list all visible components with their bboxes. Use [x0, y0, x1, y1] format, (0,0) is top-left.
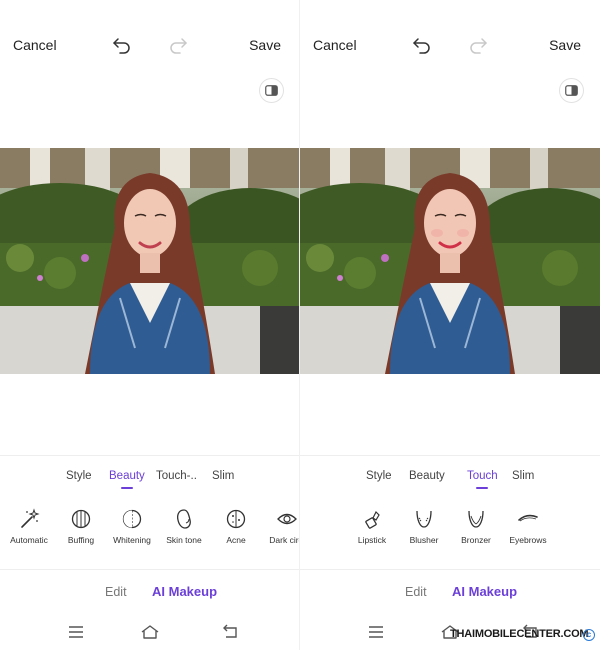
tab-beauty[interactable]: Beauty	[409, 470, 445, 482]
mode-edit-button[interactable]: Edit	[105, 585, 127, 599]
tool-lipstick[interactable]: Lipstick	[344, 508, 400, 545]
tools-area: Style Beauty Touch-.. Slim Automatic Buf…	[0, 455, 300, 570]
portrait-photo-image	[300, 148, 600, 374]
tab-style[interactable]: Style	[366, 470, 392, 482]
mode-edit-button[interactable]: Edit	[405, 585, 427, 599]
tool-buffing[interactable]: Buffing	[53, 508, 109, 545]
tool-label: Whitening	[113, 535, 151, 545]
acne-icon	[226, 509, 246, 529]
tool-label: Skin tone	[166, 535, 202, 545]
tool-whitening[interactable]: Whitening	[104, 508, 160, 545]
tool-label: Dark circl	[269, 535, 300, 545]
mode-ai-makeup-button[interactable]: AI Makeup	[452, 584, 517, 599]
tool-acne[interactable]: Acne	[208, 508, 264, 545]
menu-icon[interactable]	[67, 624, 85, 640]
left-editor-panel: Cancel Save Style Beauty Touch-.. Slim A…	[0, 0, 300, 650]
category-tabs: Style Beauty Touch-.. Slim	[0, 470, 300, 492]
cancel-button[interactable]: Cancel	[13, 37, 57, 53]
save-button[interactable]: Save	[249, 37, 281, 53]
tool-automatic[interactable]: Automatic	[1, 508, 57, 545]
photo-preview[interactable]	[0, 148, 300, 374]
right-editor-panel: Cancel Save Style Beauty Touch Slim Lips…	[300, 0, 600, 650]
tool-blusher[interactable]: Blusher	[396, 508, 452, 545]
tab-touch[interactable]: Touch	[467, 470, 498, 489]
tool-eyebrows[interactable]: Eyebrows	[500, 508, 556, 545]
eye-icon	[277, 513, 297, 525]
tool-label: Blusher	[409, 535, 439, 545]
tab-touch[interactable]: Touch-..	[156, 470, 197, 482]
tool-skin-tone[interactable]: Skin tone	[156, 508, 212, 545]
top-bar: Cancel Save	[0, 30, 300, 60]
redo-icon[interactable]	[168, 36, 188, 54]
photo-preview[interactable]	[300, 148, 600, 374]
tools-area: Style Beauty Touch Slim Lipstick Blusher	[300, 455, 600, 570]
mode-switcher: Edit AI Makeup	[0, 569, 300, 615]
tool-label: Automatic	[10, 535, 48, 545]
tool-bronzer[interactable]: Bronzer	[448, 508, 504, 545]
compare-button[interactable]	[559, 78, 584, 103]
compare-icon	[565, 85, 578, 96]
tab-slim[interactable]: Slim	[512, 470, 534, 482]
watermark-text: THAIMOBILECENTER.COM	[450, 628, 589, 640]
panel-divider	[299, 0, 300, 650]
whitening-icon	[122, 509, 142, 529]
mode-switcher: Edit AI Makeup	[300, 569, 600, 615]
tool-label: Buffing	[67, 535, 95, 545]
system-nav-bar	[0, 616, 300, 650]
cancel-button[interactable]: Cancel	[313, 37, 357, 53]
portrait-photo-image	[0, 148, 300, 374]
tool-label: Eyebrows	[509, 535, 547, 545]
compare-button[interactable]	[259, 78, 284, 103]
undo-icon[interactable]	[412, 36, 432, 54]
blusher-icon	[416, 510, 432, 528]
copyright-icon: c	[583, 629, 595, 641]
redo-icon[interactable]	[468, 36, 488, 54]
home-icon[interactable]	[140, 624, 160, 640]
compare-icon	[265, 85, 278, 96]
undo-icon[interactable]	[112, 36, 132, 54]
magic-wand-icon	[21, 508, 40, 528]
tab-beauty[interactable]: Beauty	[109, 470, 145, 489]
tool-dark-circles[interactable]: Dark circl	[259, 508, 300, 545]
tab-style[interactable]: Style	[66, 470, 92, 482]
save-button[interactable]: Save	[549, 37, 581, 53]
skin-tone-icon	[177, 509, 191, 529]
tool-label: Acne	[226, 535, 246, 545]
top-bar: Cancel Save	[300, 30, 600, 60]
buffing-icon	[71, 509, 91, 529]
eyebrow-icon	[518, 514, 538, 522]
tab-slim[interactable]: Slim	[212, 470, 234, 482]
back-icon[interactable]	[221, 624, 239, 640]
tool-label: Lipstick	[357, 535, 387, 545]
mode-ai-makeup-button[interactable]: AI Makeup	[152, 584, 217, 599]
tool-label: Bronzer	[461, 535, 491, 545]
category-tabs: Style Beauty Touch Slim	[300, 470, 600, 492]
lipstick-icon	[365, 510, 380, 529]
bronzer-icon	[468, 510, 484, 528]
menu-icon[interactable]	[367, 624, 385, 640]
